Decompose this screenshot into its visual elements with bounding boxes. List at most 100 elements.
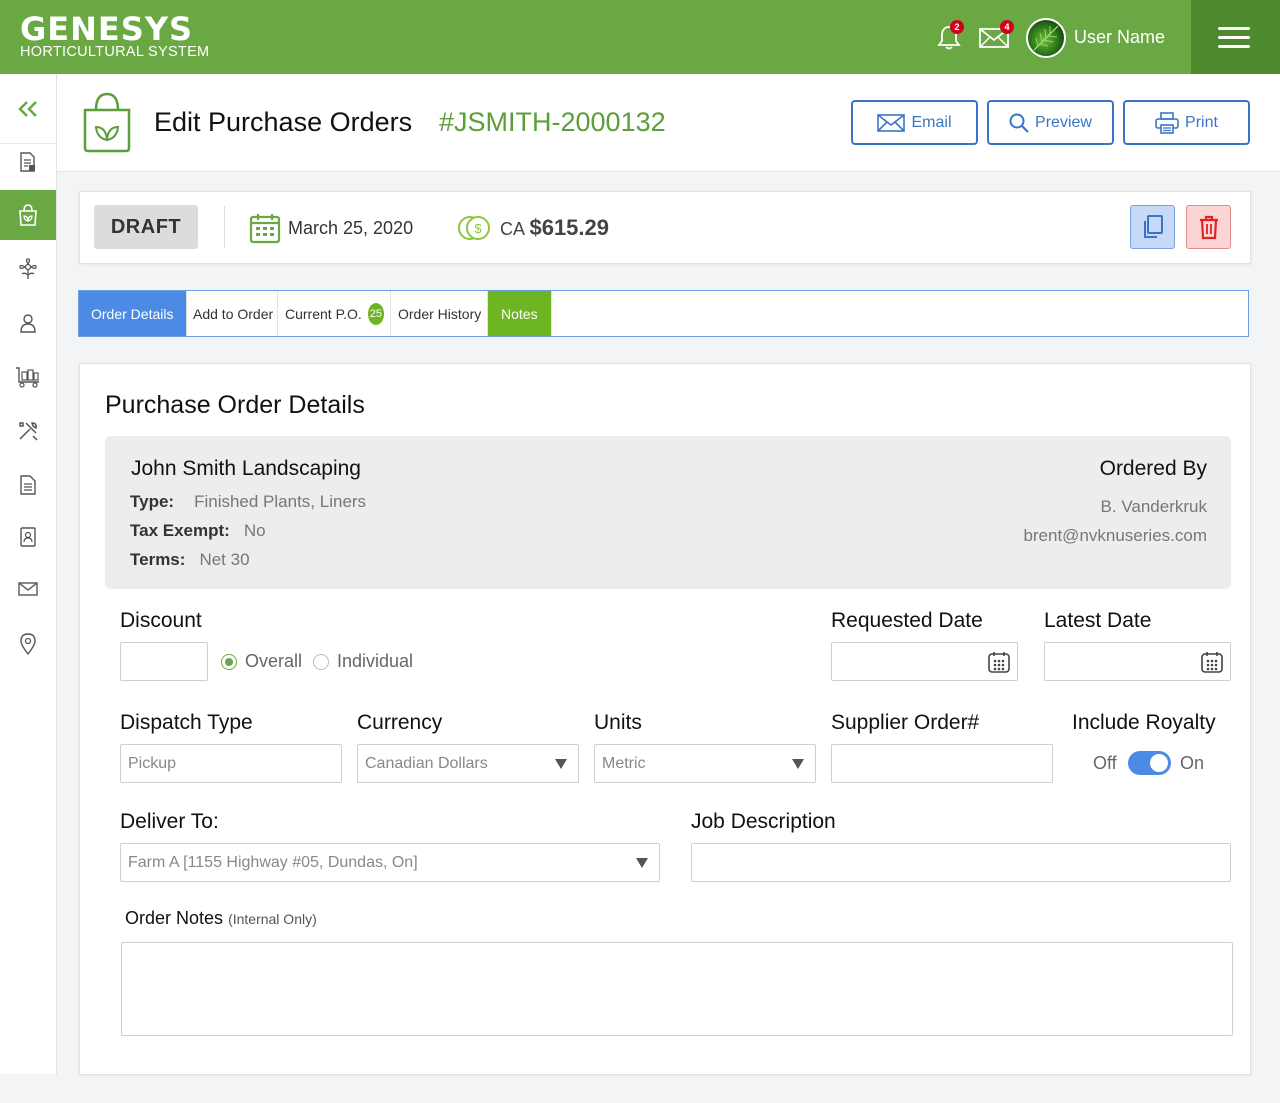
purchase-order-bag-icon: [79, 90, 135, 159]
type-value: Finished Plants, Liners: [194, 492, 367, 511]
job-description-input[interactable]: [691, 843, 1231, 882]
discount-overall-label[interactable]: Overall: [245, 651, 302, 672]
royalty-on-label: On: [1180, 753, 1205, 773]
divider: [224, 206, 225, 248]
discount-overall-radio[interactable]: [221, 654, 237, 670]
copy-icon: [1143, 215, 1163, 238]
order-currency: CA: [500, 219, 526, 239]
mail-icon: [18, 582, 38, 596]
discount-input[interactable]: [120, 642, 208, 681]
dispatch-type-placeholder: Pickup: [128, 754, 177, 772]
delete-button[interactable]: [1186, 205, 1231, 249]
svg-text:$: $: [474, 221, 482, 236]
email-button-label: Email: [911, 113, 952, 131]
dollar-coins-icon: $: [457, 212, 493, 249]
hamburger-icon: [1218, 27, 1250, 30]
dispatch-type-label: Dispatch Type: [120, 711, 253, 734]
units-select[interactable]: Metric: [594, 744, 816, 783]
trash-icon: [1199, 215, 1218, 240]
order-date: March 25, 2020: [288, 218, 414, 238]
sidebar-item-documents[interactable]: [0, 137, 56, 187]
sidebar-item-reports[interactable]: [0, 460, 56, 510]
discount-individual-label[interactable]: Individual: [337, 651, 413, 672]
order-notes-hint: (Internal Only): [228, 911, 317, 927]
ordered-by-name: B. Vanderkruk: [1100, 497, 1207, 516]
order-notes-label: Order Notes (Internal Only): [125, 908, 317, 929]
tab-order-details[interactable]: Order Details: [79, 291, 187, 336]
calendar-icon[interactable]: [1200, 650, 1224, 679]
tax-exempt-value: No: [243, 521, 266, 540]
notifications-badge: 2: [950, 20, 964, 34]
tab-label: Order Details: [91, 305, 174, 322]
sidebar-item-messages[interactable]: [0, 564, 56, 614]
double-chevron-left-icon: [18, 100, 37, 117]
type-label: Type:: [130, 492, 175, 511]
supplier-order-input[interactable]: [831, 744, 1053, 783]
sidebar-item-purchase-orders[interactable]: [0, 190, 56, 240]
currency-select[interactable]: Canadian Dollars: [357, 744, 579, 783]
tab-current-po[interactable]: Current P.O. 25: [278, 291, 391, 336]
messages-button[interactable]: 4: [978, 20, 1014, 52]
sidebar-item-shipping[interactable]: [0, 352, 56, 402]
printer-icon: [1155, 111, 1179, 134]
tab-order-history[interactable]: Order History: [391, 291, 488, 336]
copy-button[interactable]: [1130, 205, 1175, 249]
hamburger-menu-button[interactable]: [1191, 0, 1280, 74]
tab-label: Order History: [398, 305, 482, 322]
requested-date-input[interactable]: [831, 642, 1018, 681]
deliver-to-select[interactable]: Farm A [1155 Highway #05, Dundas, On]: [120, 843, 660, 882]
preview-button[interactable]: Preview: [987, 100, 1114, 145]
flower-icon: [19, 258, 37, 279]
brand-logo[interactable]: GENESYS HORTICULTURAL SYSTEM: [20, 12, 209, 59]
dispatch-type-input[interactable]: Pickup: [120, 744, 342, 783]
current-po-count-badge: 25: [367, 302, 384, 325]
dropdown-arrow-icon: [555, 759, 567, 769]
search-icon: [1009, 113, 1029, 133]
cart-icon: [16, 367, 39, 388]
latest-date-input[interactable]: [1044, 642, 1231, 681]
dropdown-arrow-icon: [636, 858, 648, 868]
tax-exempt-label: Tax Exempt:: [130, 521, 230, 540]
status-badge: DRAFT: [94, 205, 198, 249]
email-button[interactable]: Email: [851, 100, 978, 145]
document-icon: [20, 475, 36, 495]
order-amount: $615.29: [529, 215, 609, 240]
company-name: John Smith Landscaping: [131, 457, 361, 480]
order-total: CA $615.29: [500, 215, 609, 241]
messages-badge: 4: [1000, 20, 1014, 34]
ordered-by-email[interactable]: brent@nvknuseries.com: [1023, 526, 1207, 546]
sidebar-item-plants[interactable]: [0, 244, 56, 294]
order-notes-textarea[interactable]: [121, 942, 1233, 1036]
avatar[interactable]: [1026, 18, 1066, 58]
notifications-button[interactable]: 2: [934, 20, 964, 52]
tab-notes[interactable]: Notes: [488, 291, 552, 336]
sidebar-item-tools[interactable]: [0, 406, 56, 456]
order-status-card: DRAFT March 25, 2020 $ CA $615.29: [79, 191, 1251, 264]
supplier-order-label: Supplier Order#: [831, 711, 980, 734]
avatar-leaf-image: [1033, 25, 1059, 51]
job-description-label: Job Description: [691, 810, 836, 833]
sidebar-item-locations[interactable]: [0, 619, 56, 669]
user-name[interactable]: User Name: [1074, 27, 1165, 48]
currency-label: Currency: [357, 711, 443, 734]
terms-value: Net 30: [199, 550, 250, 569]
sidebar-collapse-button[interactable]: [0, 74, 56, 144]
tab-add-to-order[interactable]: Add to Order: [187, 291, 278, 336]
contact-book-icon: [20, 527, 36, 547]
sidebar-item-customers[interactable]: [0, 298, 56, 348]
deliver-to-label: Deliver To:: [120, 810, 219, 833]
units-label: Units: [594, 711, 642, 734]
tools-icon: [19, 422, 38, 441]
map-pin-icon: [20, 633, 36, 656]
brand-subtitle: HORTICULTURAL SYSTEM: [20, 44, 210, 60]
discount-individual-radio[interactable]: [313, 654, 329, 670]
print-button[interactable]: Print: [1123, 100, 1250, 145]
terms-label: Terms:: [130, 550, 186, 569]
requested-date-label: Requested Date: [831, 609, 983, 632]
sidebar-item-contacts[interactable]: [0, 512, 56, 562]
order-number: #JSMITH-2000132: [439, 107, 666, 137]
calendar-icon[interactable]: [987, 650, 1011, 679]
order-tabs: Order Details Add to Order Current P.O. …: [78, 290, 1249, 337]
preview-button-label: Preview: [1035, 113, 1092, 131]
include-royalty-toggle[interactable]: [1128, 751, 1171, 775]
